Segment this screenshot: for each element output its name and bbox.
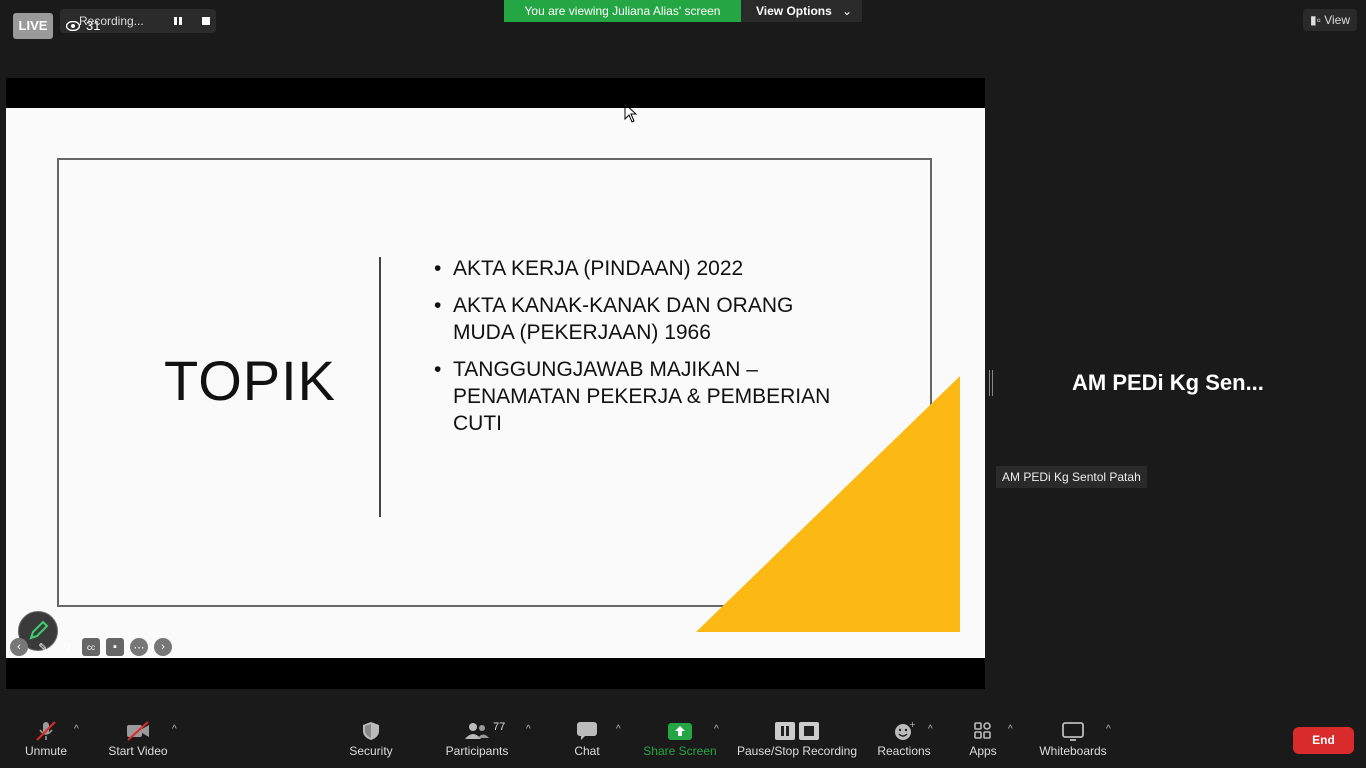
recording-status: Recording... — [79, 14, 144, 28]
participants-options-caret-icon[interactable]: ^ — [526, 724, 531, 735]
svg-text:+: + — [909, 720, 916, 729]
pause-stop-icon — [775, 722, 819, 740]
more-options-icon[interactable]: ⋯ — [130, 638, 148, 656]
participants-icon — [465, 723, 489, 739]
slide-divider — [379, 257, 381, 517]
smiley-icon: + — [895, 720, 916, 740]
microphone-muted-icon — [36, 721, 56, 741]
whiteboards-label: Whiteboards — [1039, 744, 1107, 758]
camera-icon[interactable]: ▪ — [106, 638, 124, 656]
slide-bullet-list: AKTA KERJA (PINDAAN) 2022 AKTA KANAK-KAN… — [434, 255, 854, 447]
apps-label: Apps — [969, 744, 997, 758]
security-button[interactable]: Security — [344, 712, 398, 768]
chevron-down-icon: ⌄ — [841, 4, 852, 18]
zoom-icon[interactable]: ⚲ — [58, 638, 76, 656]
meeting-toolbar: Unmute ^ Start Video ^ Security Particip… — [0, 712, 1366, 768]
shield-icon — [363, 722, 379, 740]
view-button-label: View — [1324, 13, 1350, 27]
start-video-button[interactable]: Start Video — [104, 712, 172, 768]
share-options-caret-icon[interactable]: ^ — [714, 724, 719, 735]
reactions-label: Reactions — [877, 744, 931, 758]
share-screen-icon — [668, 723, 692, 740]
reactions-button[interactable]: + Reactions — [875, 712, 933, 768]
pause-stop-recording-label: Pause/Stop Recording — [736, 744, 858, 758]
share-screen-button[interactable]: Share Screen — [643, 712, 717, 768]
view-options-label: View Options — [756, 4, 832, 18]
eye-icon — [66, 21, 80, 31]
participant-name-tag: AM PEDi Kg Sentol Patah — [996, 466, 1147, 488]
pause-stop-recording-button[interactable]: Pause/Stop Recording — [736, 712, 858, 768]
presentation-slide: TOPIK AKTA KERJA (PINDAAN) 2022 AKTA KAN… — [6, 108, 985, 658]
security-label: Security — [349, 744, 393, 758]
whiteboards-options-caret-icon[interactable]: ^ — [1106, 724, 1111, 735]
apps-options-caret-icon[interactable]: ^ — [1008, 724, 1013, 735]
panel-resize-handle[interactable] — [989, 370, 993, 396]
unmute-button[interactable]: Unmute — [18, 712, 74, 768]
participants-count: 77 — [493, 721, 506, 733]
video-off-icon — [127, 721, 149, 741]
stop-recording-icon[interactable] — [198, 13, 214, 29]
whiteboards-button[interactable]: Whiteboards — [1036, 712, 1110, 768]
mouse-cursor-icon — [624, 108, 638, 123]
audio-options-caret-icon[interactable]: ^ — [74, 724, 79, 735]
start-video-label: Start Video — [108, 744, 168, 758]
captions-icon[interactable]: cc — [82, 638, 100, 656]
participants-button[interactable]: Participants 77 — [442, 712, 512, 768]
participants-label: Participants — [445, 744, 509, 758]
chat-bubble-icon — [577, 722, 597, 740]
slide-bullet: AKTA KERJA (PINDAAN) 2022 — [434, 255, 854, 282]
chat-label: Chat — [574, 744, 600, 758]
apps-button[interactable]: Apps — [962, 712, 1004, 768]
view-layout-icon: ▮▫ — [1310, 13, 1321, 27]
end-meeting-button[interactable]: End — [1293, 727, 1354, 754]
slide-bullet: TANGGUNGJAWAB MAJIKAN – PENAMATAN PEKERJ… — [434, 356, 854, 437]
pen-tool-icon[interactable]: ✎ — [34, 638, 52, 656]
view-button[interactable]: ▮▫ View — [1303, 9, 1357, 31]
slide-title: TOPIK — [164, 349, 337, 412]
view-options-button[interactable]: View Options ⌄ — [741, 0, 862, 22]
video-options-caret-icon[interactable]: ^ — [172, 724, 177, 735]
reactions-options-caret-icon[interactable]: ^ — [928, 724, 933, 735]
pause-recording-icon[interactable] — [170, 13, 186, 29]
previous-slide-icon[interactable]: ‹ — [10, 638, 28, 656]
live-badge[interactable]: LIVE — [13, 13, 53, 39]
unmute-label: Unmute — [24, 744, 68, 758]
apps-icon — [974, 722, 991, 739]
whiteboard-icon — [1062, 722, 1084, 741]
slideshow-controls: ‹ ✎ ⚲ cc ▪ ⋯ › — [10, 638, 172, 656]
slide-bullet: AKTA KANAK-KANAK DAN ORANG MUDA (PEKERJA… — [434, 292, 854, 346]
next-slide-icon[interactable]: › — [154, 638, 172, 656]
viewing-screen-banner: You are viewing Juliana Alias' screen — [504, 0, 741, 22]
participant-display-name: AM PEDi Kg Sen... — [1072, 370, 1264, 395]
chat-options-caret-icon[interactable]: ^ — [616, 724, 621, 735]
share-screen-label: Share Screen — [643, 744, 717, 758]
chat-button[interactable]: Chat — [566, 712, 608, 768]
